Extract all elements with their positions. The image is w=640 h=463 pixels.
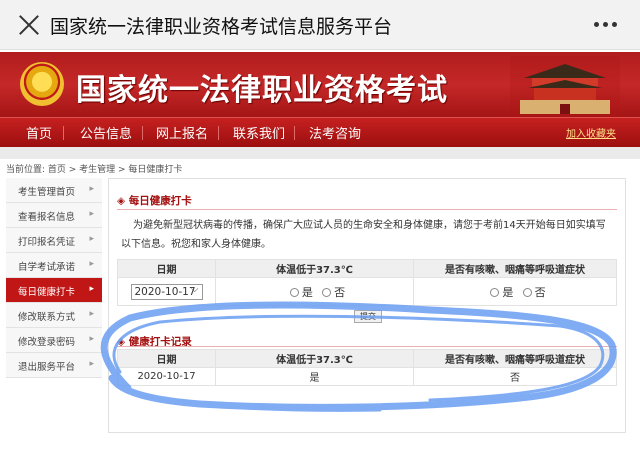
temp-no-radio[interactable] [322,287,332,297]
column-header: 日期 [117,259,216,278]
add-favorite-link[interactable]: 加入收藏夹 [566,125,616,140]
close-icon[interactable] [16,12,42,38]
site-banner: 国家统一法律职业资格考试 [0,52,640,117]
main-nav: 首页 公告信息 网上报名 联系我们 法考咨询 加入收藏夹 [0,117,640,147]
sidebar-item-change-password[interactable]: 修改登录密码 ▸ [6,328,102,353]
divider [117,209,617,210]
column-header: 体温低于37.3℃ [215,349,414,368]
breadcrumb: 当前位置: 首页 > 考生管理 > 每日健康打卡 [6,165,183,175]
sidebar-item-home[interactable]: 考生管理首页 ▸ [6,178,102,203]
tiananmen-icon [510,56,620,116]
checkin-heading: ◈ 每日健康打卡 [117,195,192,207]
nav-home[interactable]: 首页 [26,123,52,142]
nav-consult[interactable]: 法考咨询 [309,123,361,142]
column-header: 是否有咳嗽、咽痛等呼吸道症状 [413,349,617,368]
divider [0,147,640,159]
sidebar-item-edit-contact[interactable]: 修改联系方式 ▸ [6,303,102,328]
sidebar: 考生管理首页 ▸ 查看报名信息 ▸ 打印报名凭证 ▸ 自学考试承诺 ▸ 每日健康打卡 ▸ … [6,178,102,378]
table-row: 2020-10-17 是 否 [117,367,617,386]
date-select[interactable]: 2020-10-17 [130,283,203,300]
symptom-yes-radio[interactable] [490,287,500,297]
record-date: 2020-10-17 [117,367,216,386]
divider [117,346,617,347]
app-bar: 国家统一法律职业资格考试信息服务平台 [0,0,640,50]
checkin-notice: 为避免新型冠状病毒的传播，确保广大应试人员的生命安全和身体健康，请您于考前14天… [121,220,606,250]
temp-yes-radio[interactable] [289,287,299,297]
symptom-no-radio[interactable] [522,287,532,297]
more-icon[interactable] [594,14,618,34]
nav-registration[interactable]: 网上报名 [156,123,208,142]
submit-button[interactable]: 提交 [354,310,382,323]
content-panel: ◈ 每日健康打卡 为避免新型冠状病毒的传播，确保广大应试人员的生命安全和身体健康… [108,178,626,433]
app-title: 国家统一法律职业资格考试信息服务平台 [50,16,393,38]
sidebar-item-health-checkin[interactable]: 每日健康打卡 ▸ [6,278,102,303]
checkin-form-table: 日期 体温低于37.3℃ 是否有咳嗽、咽痛等呼吸道症状 2020-10-17 是… [117,259,617,306]
national-emblem-icon [20,62,64,106]
nav-contact[interactable]: 联系我们 [233,123,285,142]
records-table: 日期 体温低于37.3℃ 是否有咳嗽、咽痛等呼吸道症状 2020-10-17 是… [117,349,617,386]
column-header: 体温低于37.3℃ [215,259,414,278]
sidebar-item-print-voucher[interactable]: 打印报名凭证 ▸ [6,228,102,253]
sidebar-item-view-registration[interactable]: 查看报名信息 ▸ [6,203,102,228]
column-header: 日期 [117,349,216,368]
column-header: 是否有咳嗽、咽痛等呼吸道症状 [413,259,617,278]
record-symptoms: 否 [413,367,617,386]
sidebar-item-self-study-pledge[interactable]: 自学考试承诺 ▸ [6,253,102,278]
nav-announcements[interactable]: 公告信息 [80,123,132,142]
record-temp: 是 [215,367,414,386]
banner-title: 国家统一法律职业资格考试 [76,73,448,108]
sidebar-item-logout[interactable]: 退出服务平台 ▸ [6,353,102,378]
